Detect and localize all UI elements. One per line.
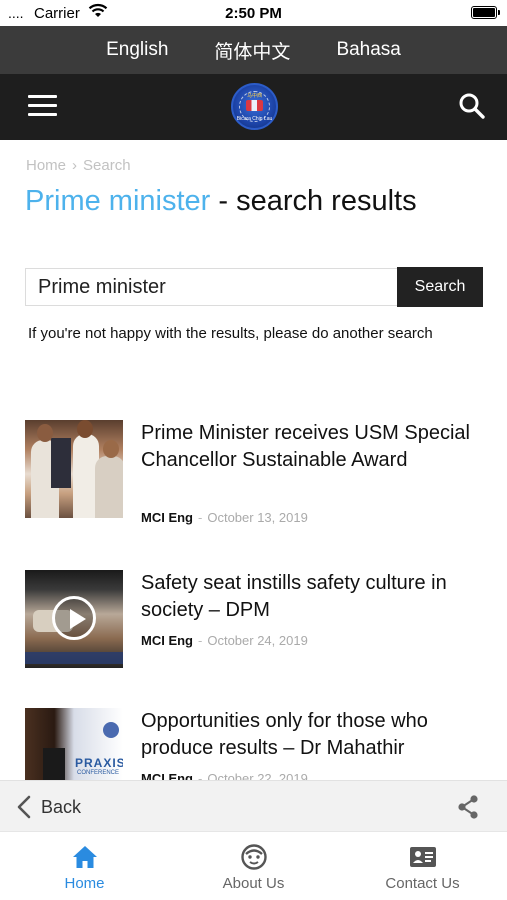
result-meta: MCI Eng - October 22, 2019: [141, 771, 308, 780]
play-icon[interactable]: [52, 596, 96, 640]
results-list: Prime Minister receives USM Special Chan…: [0, 420, 507, 780]
result-author[interactable]: MCI Eng: [141, 633, 193, 648]
tab-home-label: Home: [64, 875, 105, 892]
back-button[interactable]: Back: [17, 793, 81, 821]
search-icon[interactable]: [458, 92, 486, 120]
page-title-query: Prime minister: [25, 185, 211, 217]
chevron-left-icon: [17, 795, 31, 819]
result-thumbnail[interactable]: [25, 420, 123, 518]
breadcrumb: Home › Search: [26, 157, 131, 174]
nav-bar: 马中西 Bicara Chin Lau: [0, 74, 507, 140]
breadcrumb-current: Search: [83, 157, 131, 174]
lang-english[interactable]: English: [106, 39, 168, 61]
result-title[interactable]: Prime Minister receives USM Special Chan…: [141, 420, 486, 474]
logo-top-text: 马中西: [246, 93, 262, 99]
lang-chinese[interactable]: 简体中文: [214, 37, 290, 64]
tab-about-us[interactable]: About Us: [169, 840, 338, 896]
thumbnail-banner-subtext: CONFERENCE: [77, 770, 120, 776]
search-note: If you're not happy with the results, pl…: [28, 325, 433, 342]
result-thumbnail[interactable]: [25, 570, 123, 668]
tab-contact-us[interactable]: Contact Us: [338, 840, 507, 896]
tab-about-label: About Us: [222, 875, 285, 892]
search-input[interactable]: [25, 268, 398, 306]
battery-icon: [471, 6, 500, 19]
tab-contact-label: Contact Us: [385, 875, 460, 892]
result-thumbnail[interactable]: PRAXIS CONFERENCE: [25, 708, 123, 780]
breadcrumb-home[interactable]: Home: [26, 157, 66, 174]
logo-bottom-text: Bicara Chin Lau: [236, 116, 273, 122]
smiley-icon: [241, 844, 267, 870]
result-meta: MCI Eng - October 24, 2019: [141, 633, 308, 648]
status-bar: .... Carrier 2:50 PM: [0, 0, 507, 26]
back-label: Back: [41, 796, 82, 817]
contact-card-icon: [410, 847, 436, 867]
page-title: Prime minister - search results: [25, 185, 417, 218]
home-icon: [73, 846, 97, 868]
status-time: 2:50 PM: [225, 5, 282, 22]
hamburger-menu-icon[interactable]: [28, 95, 58, 119]
search-button[interactable]: Search: [397, 267, 483, 307]
meta-separator: -: [198, 633, 203, 648]
result-meta: MCI Eng - October 13, 2019: [141, 510, 308, 525]
thumbnail-banner-text: PRAXIS: [75, 756, 123, 770]
result-title[interactable]: Opportunities only for those who produce…: [141, 708, 486, 762]
breadcrumb-separator: ›: [72, 157, 78, 174]
result-date: October 13, 2019: [207, 510, 308, 525]
tab-bar: Home About Us Contact Us: [0, 831, 507, 900]
meta-separator: -: [198, 771, 203, 780]
site-logo[interactable]: 马中西 Bicara Chin Lau: [231, 83, 278, 130]
tab-home[interactable]: Home: [0, 840, 169, 896]
back-bar: Back: [0, 780, 507, 831]
share-icon[interactable]: [455, 794, 481, 820]
result-author[interactable]: MCI Eng: [141, 771, 193, 780]
language-bar: English 简体中文 Bahasa: [0, 26, 507, 74]
result-date: October 24, 2019: [207, 633, 308, 648]
result-title[interactable]: Safety seat instills safety culture in s…: [141, 570, 486, 624]
lang-bahasa[interactable]: Bahasa: [336, 39, 400, 61]
result-author[interactable]: MCI Eng: [141, 510, 193, 525]
page-title-suffix: - search results: [210, 185, 417, 217]
logo-mark: [246, 100, 263, 111]
result-date: October 22, 2019: [207, 771, 308, 780]
meta-separator: -: [198, 510, 203, 525]
